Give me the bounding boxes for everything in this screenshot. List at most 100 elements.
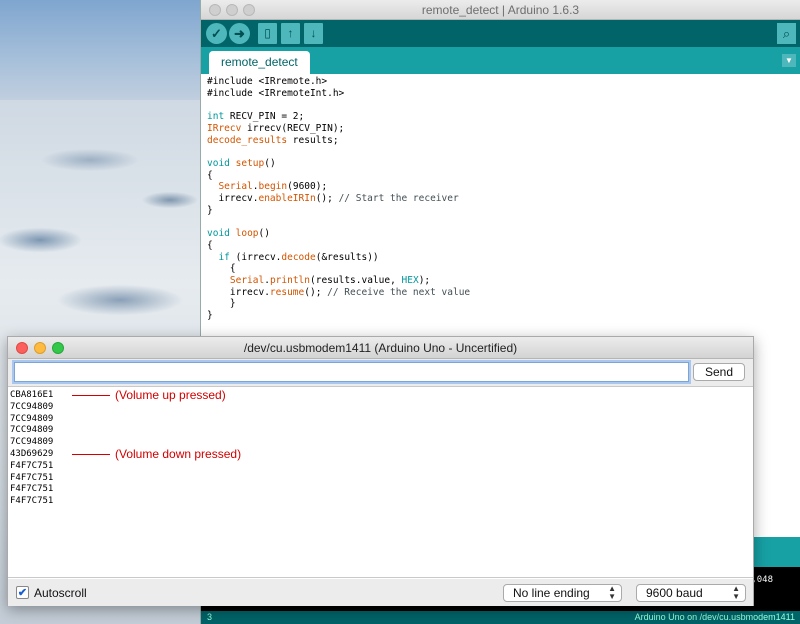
new-file-icon[interactable]: ▯ (258, 23, 277, 44)
code-token: IRrecv (207, 122, 242, 134)
output-line: 7CC94809 (10, 413, 54, 424)
code-token: irrecv(RECV_PIN); (241, 122, 345, 134)
autoscroll-label: Autoscroll (34, 586, 87, 600)
output-line: F4F7C751 (10, 484, 54, 495)
code-token: void (207, 228, 230, 240)
code-token: decode_results (207, 134, 288, 146)
output-line: F4F7C751 (10, 496, 54, 507)
ide-tabbar: remote_detect ▼ (201, 47, 800, 74)
code-line: #include <IRremote.h> (207, 76, 795, 88)
code-line: } (207, 205, 795, 217)
code-token: HEX (401, 274, 419, 286)
code-token: { (207, 169, 213, 181)
output-line: CBA816E1 (10, 390, 54, 400)
ide-title: remote_detect | Arduino 1.6.3 (421, 3, 580, 17)
baud-rate-select[interactable]: 9600 baud ▲ ▼ (636, 584, 746, 602)
serial-titlebar[interactable]: /dev/cu.usbmodem1411 (Arduino Uno - Unce… (8, 337, 753, 359)
code-token: () (264, 157, 276, 169)
code-token: results; (287, 134, 339, 146)
code-token: Serial (229, 274, 265, 286)
code-token: (); (304, 286, 328, 298)
save-file-icon[interactable]: ↓ (304, 23, 323, 44)
output-line: 7CC94809 (10, 437, 54, 448)
code-token: ); (418, 274, 431, 286)
output-line: 43D69629 (10, 449, 54, 459)
code-token: irrecv. (207, 286, 270, 298)
serial-output: CBA816E1 7CC94809 7CC94809 7CC94809 7CC94809… (8, 388, 753, 578)
code-line: IRrecv irrecv(RECV_PIN); (207, 123, 795, 135)
line-ending-value: No line ending (513, 586, 590, 600)
code-token: () (258, 228, 270, 240)
code-token: (results.value, (310, 274, 402, 286)
code-token: (irrecv. (229, 251, 282, 263)
code-token: if (218, 251, 230, 263)
code-token: (&results)) (315, 251, 379, 263)
send-row: Send (8, 359, 753, 387)
code-token: setup (235, 157, 265, 169)
code-line: } (207, 298, 795, 310)
code-token: } (207, 298, 236, 310)
autoscroll-checkbox[interactable]: ✔ (16, 586, 29, 599)
console-size-text: ,048 (751, 575, 773, 585)
serial-footer: ✔ Autoscroll No line ending ▲ ▼ 9600 baud… (8, 579, 753, 606)
code-line: } (207, 310, 795, 322)
ide-statusbar: 3 Arduino Uno on /dev/cu.usbmodem1411 (201, 611, 800, 624)
upload-icon[interactable]: ➜ (229, 23, 250, 44)
code-token: RECV_PIN = 2; (224, 111, 305, 123)
code-token: #include <IRremote.h> (207, 76, 328, 87)
code-token: void (207, 157, 230, 169)
serial-monitor-window: /dev/cu.usbmodem1411 (Arduino Uno - Unce… (7, 336, 754, 606)
code-line: void loop() (207, 228, 795, 240)
open-file-icon[interactable]: ↑ (281, 23, 300, 44)
code-token: // Start the receiver (338, 193, 459, 205)
serial-monitor-icon[interactable]: ⌕ (777, 23, 796, 44)
code-line: int RECV_PIN = 2; (207, 111, 795, 123)
output-line: F4F7C751 (10, 460, 54, 471)
baud-rate-value: 9600 baud (646, 586, 703, 600)
annotation-line (72, 453, 110, 455)
code-token: } (207, 204, 213, 216)
code-token: #include <IRremoteInt.h> (207, 87, 345, 99)
status-board: Arduino Uno on /dev/cu.usbmodem1411 (634, 612, 795, 622)
tab-menu-icon[interactable]: ▼ (782, 54, 796, 67)
code-token: resume (269, 286, 305, 298)
select-arrows-icon: ▲ ▼ (608, 584, 616, 601)
code-line: Serial.begin(9600); (207, 181, 795, 193)
serial-input[interactable] (14, 362, 689, 382)
code-token: int (207, 111, 225, 123)
code-line: Serial.println(results.value, HEX); (207, 275, 795, 287)
code-token: println (269, 274, 310, 286)
code-line: { (207, 170, 795, 182)
code-line: #include <IRremoteInt.h> (207, 88, 795, 100)
annotation: (Volume down pressed) (72, 447, 241, 461)
code-token: decode (281, 251, 316, 263)
verify-icon[interactable]: ✓ (206, 23, 227, 44)
status-line-number: 3 (207, 612, 213, 622)
annotation-line (72, 394, 110, 396)
ide-titlebar[interactable]: remote_detect | Arduino 1.6.3 (201, 0, 800, 20)
output-line: 7CC94809 (10, 425, 54, 436)
annotation-text: (Volume down pressed) (115, 447, 242, 461)
code-token: irrecv. (207, 193, 259, 205)
code-token: { (207, 263, 236, 275)
code-token: begin (258, 181, 288, 193)
code-line: decode_results results; (207, 135, 795, 147)
code-token: // Receive the next value (327, 286, 471, 298)
serial-title: /dev/cu.usbmodem1411 (Arduino Uno - Unce… (243, 341, 518, 355)
code-line: void setup() (207, 158, 795, 170)
code-token: Serial (218, 181, 253, 193)
line-ending-select[interactable]: No line ending ▲ ▼ (503, 584, 622, 602)
send-button[interactable]: Send (693, 363, 745, 381)
tab-remote-detect[interactable]: remote_detect (209, 51, 310, 74)
code-line: irrecv.enableIRIn(); // Start the receiv… (207, 193, 795, 205)
code-token: loop (235, 228, 259, 240)
code-token: (); (315, 193, 339, 205)
code-line: irrecv.resume(); // Receive the next val… (207, 287, 795, 299)
code-line: { (207, 263, 795, 275)
